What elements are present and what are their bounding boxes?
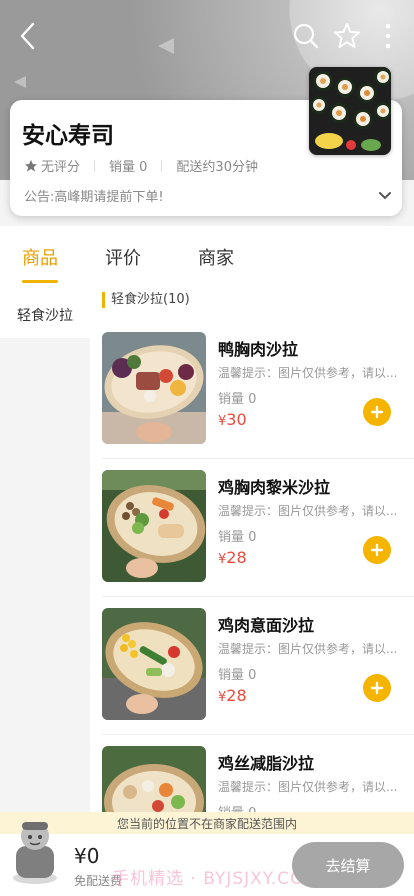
product-name: 鸡胸肉黎米沙拉: [218, 478, 331, 497]
delivery-range-warning: 您当前的位置不在商家配送范围内: [0, 812, 414, 834]
back-button[interactable]: [10, 18, 46, 54]
product-sales: 销量 0: [218, 530, 257, 545]
sidebar-item-light-salad[interactable]: 轻食沙拉: [0, 292, 90, 338]
price-value: 30: [226, 410, 247, 429]
item-divider: [102, 596, 414, 597]
product-price: ¥28: [218, 686, 247, 705]
product-sales: 销量 0: [218, 392, 257, 407]
shop-meta: 无评分 销量 0 配送约30分钟: [24, 156, 258, 175]
list-item[interactable]: 鸭胸肉沙拉 温馨提示：图片仅供参考，请以... 销量 0 ¥30: [90, 332, 414, 470]
product-price: ¥30: [218, 410, 247, 429]
product-sales: 销量 0: [218, 802, 256, 812]
product-tip: 温馨提示：图片仅供参考，请以...: [218, 504, 396, 518]
category-sidebar: 轻食沙拉: [0, 292, 90, 812]
list-item[interactable]: 鸡肉意面沙拉 温馨提示：图片仅供参考，请以... 销量 0 ¥28: [90, 608, 414, 746]
product-price: ¥28: [218, 548, 247, 567]
favorite-button[interactable]: [329, 18, 365, 54]
product-sales: 销量 0: [218, 668, 257, 683]
cart-total: ¥0: [74, 844, 100, 868]
shop-sales: 销量 0: [109, 160, 148, 175]
star-icon: [334, 23, 360, 48]
plus-icon: [370, 681, 384, 695]
product-tip: 温馨提示：图片仅供参考，请以...: [218, 780, 396, 794]
list-item[interactable]: 鸡丝减脂沙拉 温馨提示：图片仅供参考，请以... 销量 0: [90, 746, 414, 812]
price-value: 28: [226, 548, 247, 567]
expand-notice-button[interactable]: [378, 186, 392, 205]
add-to-cart-button[interactable]: [363, 536, 391, 564]
cart-bar: ¥0 免配送费 手机精选 · BYJSJXY.COM 去结算: [0, 822, 414, 896]
search-icon: [293, 23, 319, 49]
tab-reviews[interactable]: 评价: [105, 244, 141, 270]
shop-logo-image: [309, 67, 391, 155]
banner-decoration: [158, 38, 174, 54]
product-tip: 温馨提示：图片仅供参考，请以...: [218, 366, 396, 380]
price-value: 28: [226, 686, 247, 705]
more-button[interactable]: [370, 18, 406, 54]
star-icon: [24, 159, 38, 172]
banner-decoration: [14, 76, 26, 88]
product-list: 轻食沙拉(10) 鸭胸肉沙拉 温馨提示：图片仅供参考，请以... 销量 0 ¥3…: [90, 292, 414, 812]
tab-bar: 商品 评价 商家: [0, 226, 414, 292]
product-name: 鸭胸肉沙拉: [218, 340, 299, 359]
product-name: 鸡肉意面沙拉: [218, 616, 315, 635]
shop-notice: 公告:高峰期请提前下单!: [24, 190, 164, 205]
tab-products[interactable]: 商品: [22, 244, 58, 270]
more-icon: [385, 23, 391, 49]
product-image: [102, 608, 206, 720]
shop-rating: 无评分: [41, 160, 81, 175]
checkout-button[interactable]: 去结算: [292, 842, 404, 888]
back-icon: [20, 22, 35, 50]
tab-merchant[interactable]: 商家: [198, 244, 234, 270]
product-image: [102, 470, 206, 582]
cart-mascot-icon[interactable]: [10, 816, 60, 886]
meta-divider: [94, 159, 96, 172]
add-to-cart-button[interactable]: [363, 674, 391, 702]
product-tip: 温馨提示：图片仅供参考，请以...: [218, 642, 396, 656]
product-image: [102, 332, 206, 444]
shop-name: 安心寿司: [22, 123, 114, 149]
sushi-illustration: [309, 67, 391, 155]
plus-icon: [370, 543, 384, 557]
meta-divider: [161, 159, 163, 172]
active-tab-indicator: [22, 280, 58, 283]
plus-icon: [370, 405, 384, 419]
add-to-cart-button[interactable]: [363, 398, 391, 426]
shop-delivery-time: 配送约30分钟: [176, 160, 258, 175]
item-divider: [102, 458, 414, 459]
product-name: 鸡丝减脂沙拉: [218, 754, 315, 773]
chevron-down-icon: [379, 192, 391, 200]
product-image: [102, 746, 206, 812]
category-title: 轻食沙拉(10): [102, 292, 190, 308]
search-button[interactable]: [288, 18, 324, 54]
watermark-text: 手机精选 · BYJSJXY.COM: [112, 869, 321, 889]
list-item[interactable]: 鸡胸肉黎米沙拉 温馨提示：图片仅供参考，请以... 销量 0 ¥28: [90, 470, 414, 608]
item-divider: [102, 734, 414, 735]
